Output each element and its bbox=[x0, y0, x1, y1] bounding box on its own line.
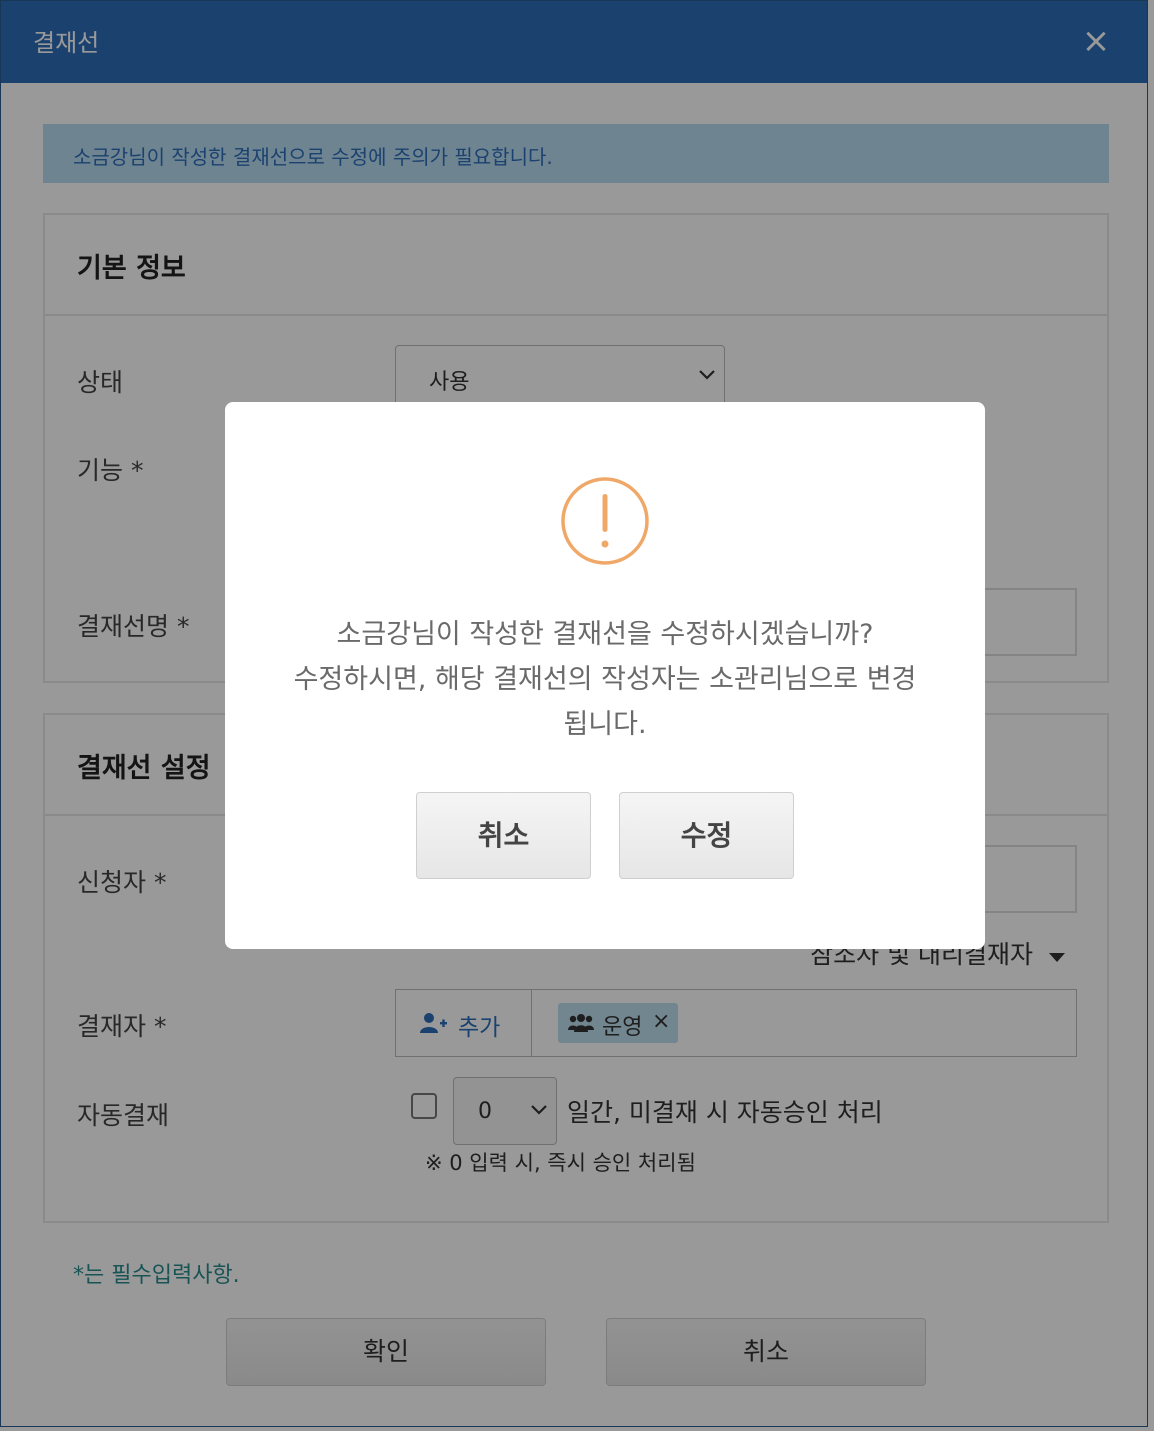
dialog-edit-button[interactable]: 수정 bbox=[619, 792, 794, 879]
warning-icon bbox=[561, 477, 649, 565]
dialog-line-1: 소금강님이 작성한 결재선을 수정하시겠습니까? bbox=[336, 619, 874, 650]
dialog-line-2: 수정하시면, 해당 결재선의 작성자는 소관리님으로 변경 bbox=[293, 664, 917, 695]
confirm-edit-dialog: 소금강님이 작성한 결재선을 수정하시겠습니까? 수정하시면, 해당 결재선의 … bbox=[225, 402, 985, 949]
dialog-line-3: 됩니다. bbox=[563, 709, 647, 740]
dialog-message: 소금강님이 작성한 결재선을 수정하시겠습니까? 수정하시면, 해당 결재선의 … bbox=[245, 612, 965, 747]
dialog-cancel-button[interactable]: 취소 bbox=[416, 792, 591, 879]
